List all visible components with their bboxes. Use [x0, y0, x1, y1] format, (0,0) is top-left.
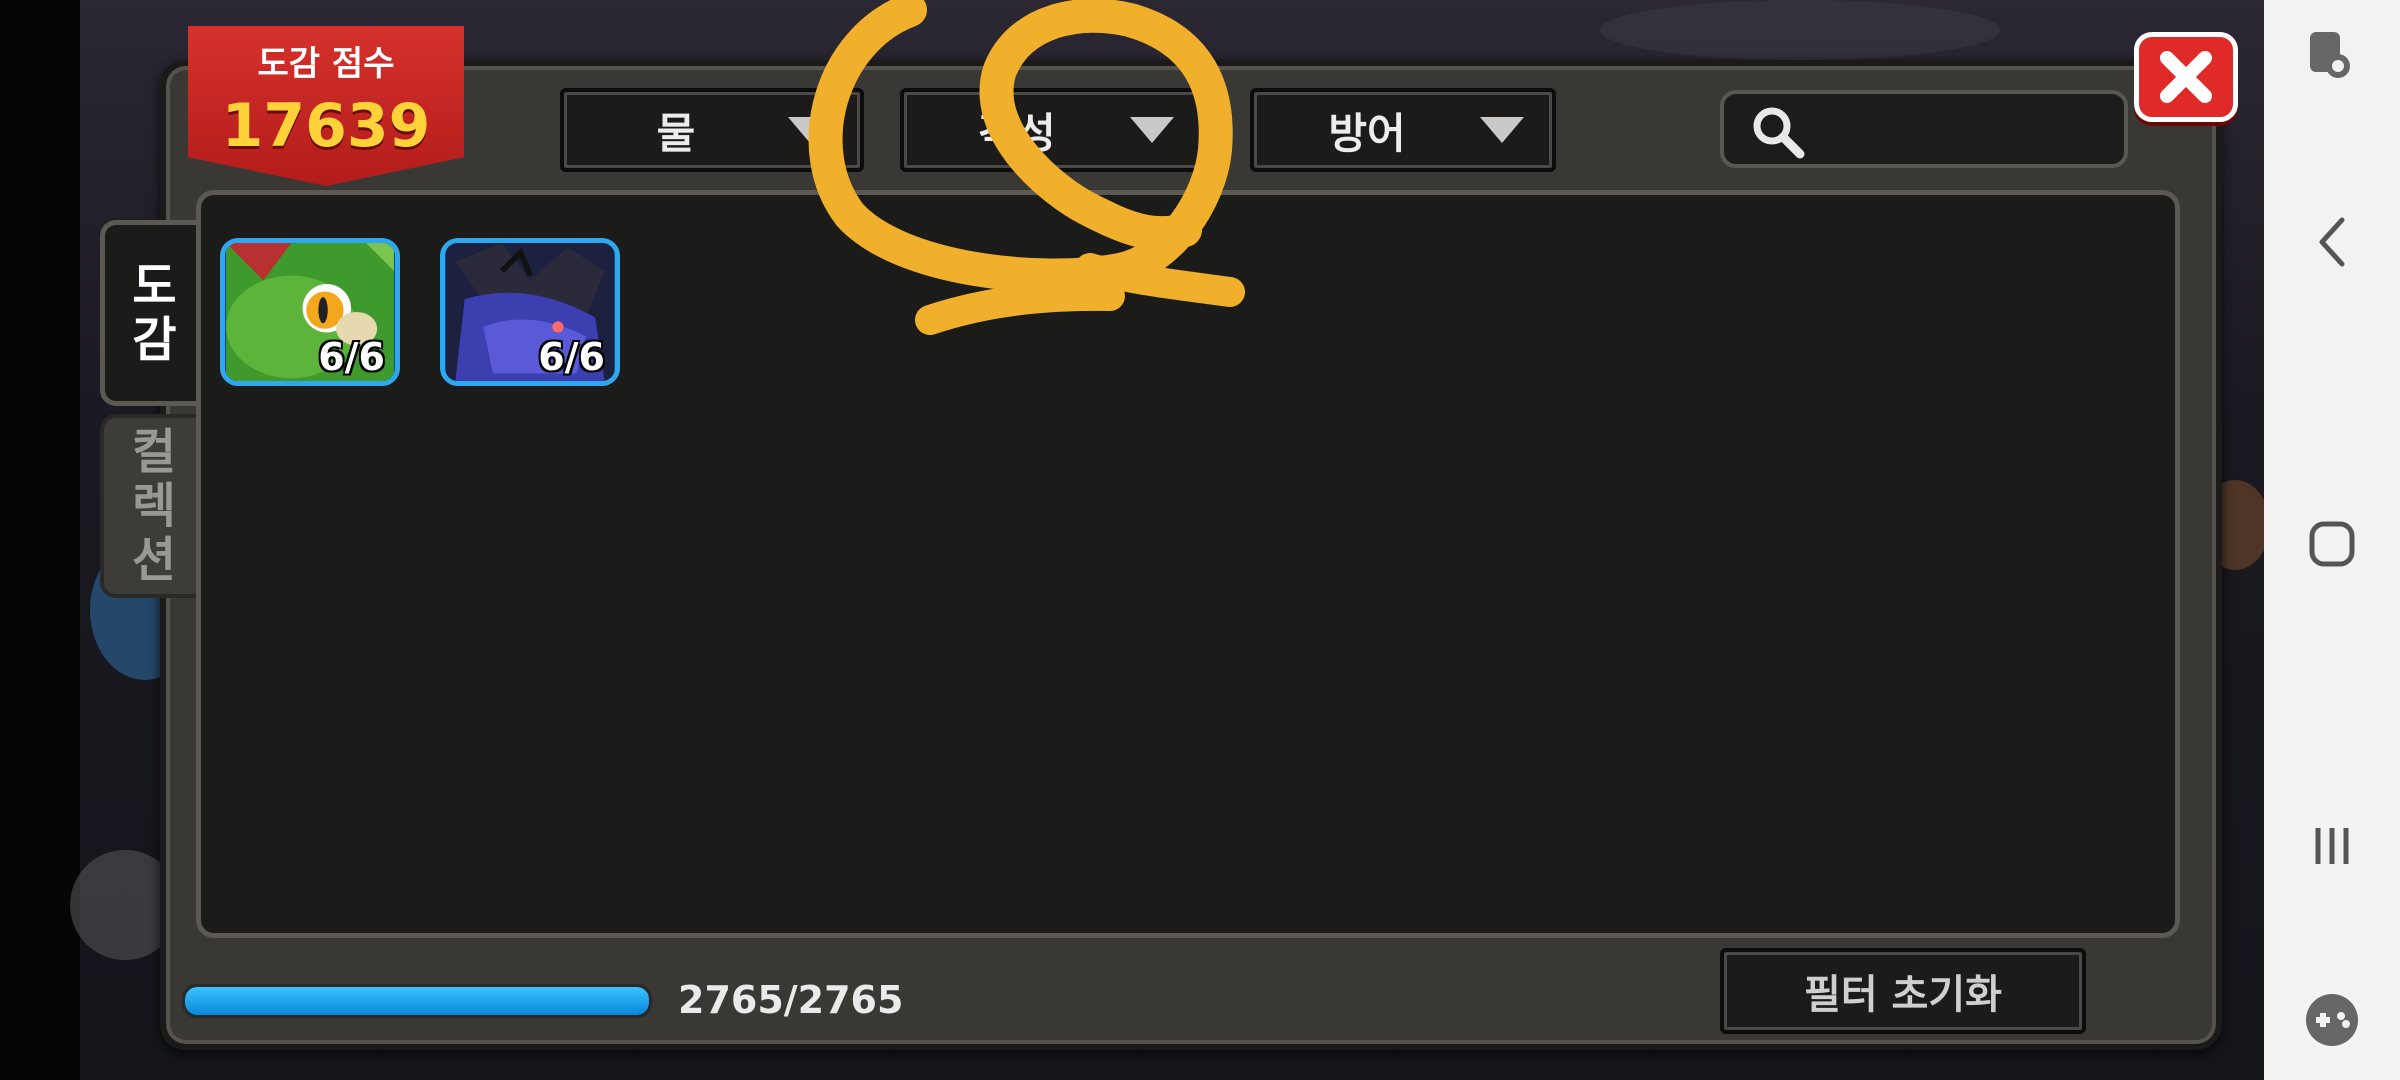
- close-icon: [2160, 51, 2212, 103]
- score-label: 도감 점수: [257, 44, 395, 84]
- score-value: 17639: [221, 91, 431, 161]
- filter-label: 방어: [1328, 108, 1406, 158]
- android-nav-bar: [2264, 0, 2400, 1080]
- home-button[interactable]: [2264, 518, 2400, 570]
- background-decoration: [1600, 0, 2000, 60]
- tab-dogam[interactable]: 도 감: [100, 220, 204, 406]
- dropdown-arrow-icon: [1130, 117, 1174, 143]
- collection-progress-bar: [182, 984, 652, 1018]
- back-icon: [2319, 217, 2345, 267]
- dropdown-arrow-icon: [788, 117, 832, 143]
- progress-text: 2765/2765: [678, 978, 904, 1022]
- filter-label: 물: [656, 108, 696, 158]
- back-button[interactable]: [2264, 214, 2400, 270]
- card-count: 6/6: [318, 335, 385, 379]
- game-tools-icon: [2306, 994, 2358, 1046]
- tab-label-char: 렉: [131, 478, 177, 534]
- screen-touch-button[interactable]: [2264, 26, 2400, 86]
- monster-card-green-dragon[interactable]: 6/6: [220, 238, 400, 386]
- search-icon: [1753, 107, 1805, 159]
- filter-label: 각성: [978, 108, 1056, 158]
- progress-fill: [185, 987, 649, 1015]
- home-icon: [2309, 521, 2355, 567]
- tab-label-char: 션: [131, 532, 177, 588]
- close-button[interactable]: [2134, 32, 2238, 122]
- game-tools-button[interactable]: [2264, 990, 2400, 1050]
- tab-label-char: 도: [132, 258, 177, 314]
- left-dark-strip: [0, 0, 80, 1080]
- reset-filter-button[interactable]: 필터 초기화: [1720, 948, 2086, 1034]
- filter-role-dropdown[interactable]: 방어: [1250, 88, 1556, 172]
- recents-icon: [2315, 828, 2349, 864]
- screen-touch-icon: [2310, 32, 2350, 78]
- filter-element-dropdown[interactable]: 물: [560, 88, 864, 172]
- reset-filter-label: 필터 초기화: [1804, 972, 2002, 1018]
- dropdown-arrow-icon: [1480, 117, 1524, 143]
- recents-button[interactable]: [2264, 820, 2400, 872]
- filter-awakening-dropdown[interactable]: 각성: [900, 88, 1206, 172]
- tab-label-char: 감: [132, 312, 177, 368]
- tab-label-char: 컬: [131, 424, 177, 480]
- card-count: 6/6: [538, 335, 605, 379]
- tab-collection[interactable]: 컬 렉 션: [100, 414, 204, 598]
- monster-card-dark-dragon[interactable]: 6/6: [440, 238, 620, 386]
- search-input[interactable]: [1720, 90, 2128, 168]
- collection-score-badge: 도감 점수 17639: [188, 26, 464, 186]
